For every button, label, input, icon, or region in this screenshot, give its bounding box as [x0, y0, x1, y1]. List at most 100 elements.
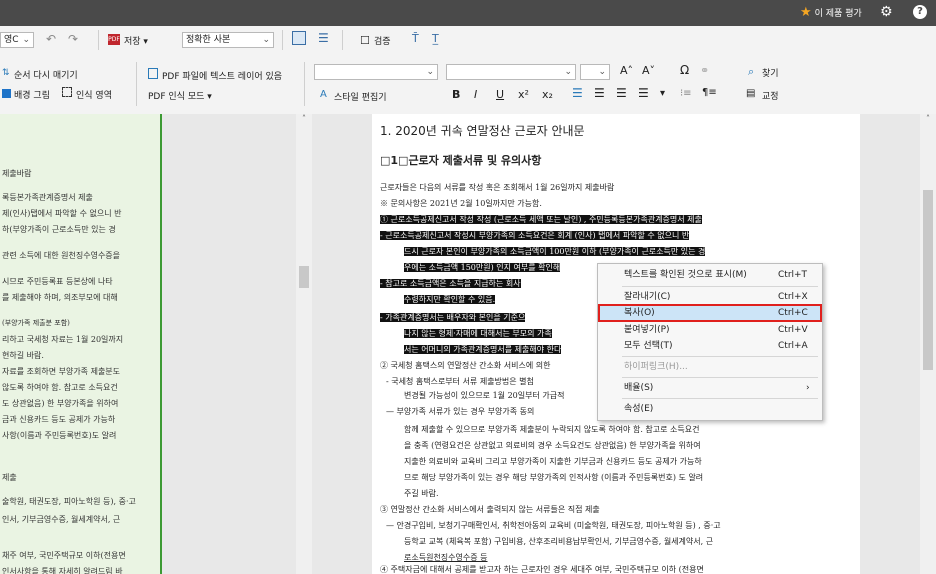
image-pane[interactable]: 제출바람 록등본가족관계증명서 제출 제(인사)탭에서 파악할 수 없으니 반 …	[0, 114, 162, 574]
image-text-line: 사항(이름과 주민등록번호)도 알려	[2, 431, 117, 440]
grow-font-icon[interactable]: A˄	[620, 64, 633, 77]
menu-item-label: 배율(S)	[624, 383, 654, 393]
menu-item-zoom[interactable]: 배율(S) ›	[598, 379, 822, 397]
line-spacing-icon[interactable]: ▾	[660, 88, 665, 99]
superscript-button[interactable]: x²	[518, 88, 529, 101]
language-combo[interactable]: 영C ⌄	[0, 32, 34, 48]
style-combo[interactable]: ⌄	[314, 64, 438, 80]
image-text-line: 리하고 국세청 자료는 1월 20일까지	[2, 335, 124, 344]
doc-line-selected: 나지 않는 형제·자매에 대해서는 부모의 가족	[404, 329, 552, 338]
bold-button[interactable]: B	[452, 88, 460, 101]
find-button[interactable]: 찾기	[762, 66, 779, 79]
undo-icon[interactable]: ↶	[46, 32, 56, 46]
redo-icon[interactable]: ↷	[68, 32, 78, 46]
chevron-down-icon: ⌄	[22, 35, 30, 45]
subscript-button[interactable]: x₂	[542, 88, 553, 101]
image-pane-scrollbar[interactable]: ˄	[296, 114, 312, 574]
doc-line-selected: ① 근로소득공제신고서 작성 작성 (근로소득 세액 또는 날인) , 주민등록…	[380, 215, 702, 224]
image-text-line: 금과 신용카드 등도 공제가 가능하	[2, 415, 116, 424]
doc-line: 로소득원천징수영수증 등	[404, 553, 488, 562]
divider	[98, 30, 99, 50]
image-text-line: (부양가족 제출분 포함)	[2, 319, 70, 327]
gear-icon[interactable]: ⚙	[880, 4, 893, 20]
doc-line: ※ 문의사항은 2021년 2월 10일까지만 가능함.	[380, 199, 542, 208]
language-combo-value: 영C	[4, 35, 19, 45]
proof-button[interactable]: 교정	[762, 89, 779, 102]
menu-item-label: 하이퍼링크(H)...	[624, 362, 688, 372]
font-size-combo[interactable]: ⌄	[580, 64, 610, 80]
divider	[304, 62, 305, 106]
image-text-line: 도 상관없음) 한 부양가족을 위하여	[2, 399, 119, 408]
scroll-up-icon[interactable]: ˄	[920, 114, 936, 123]
menu-divider	[622, 398, 818, 399]
paragraph-icon[interactable]: ¶≡	[702, 87, 717, 98]
image-text-line: 하(부양가족이 근로소득만 있는 경	[2, 225, 116, 234]
list-icon[interactable]: ⁝≡	[680, 88, 692, 99]
chevron-down-icon: ⌄	[564, 67, 572, 77]
doc-line: - 국세청 홈택스로부터 서류 제출방법은 별첨	[386, 377, 534, 386]
image-text-line: 술학원, 태권도장, 피아노학원 등), 중·고	[2, 497, 136, 506]
shrink-font-icon[interactable]: A˅	[642, 64, 655, 77]
underline-button[interactable]: U	[496, 88, 504, 101]
text-view-icon[interactable]: ☰	[318, 31, 329, 45]
image-pane-scroll-thumb[interactable]	[299, 266, 309, 288]
menu-item-copy[interactable]: 복사(O) Ctrl+C	[598, 304, 822, 322]
background-image-button[interactable]: 배경 그림	[14, 88, 50, 101]
doc-line-selected: 서는 어머니의 가족관계증명서를 제출해야 한다	[404, 345, 562, 354]
menu-item-hyperlink[interactable]: 하이퍼링크(H)...	[598, 358, 822, 376]
align-center-icon[interactable]: ☰	[594, 86, 605, 100]
menu-item-label: 속성(E)	[624, 404, 654, 414]
doc-line: ② 국세청 홈택스의 연말정산 간소화 서비스에 의한	[380, 361, 551, 370]
image-text-line: 제출바람	[2, 169, 32, 178]
doc-line: ③ 연말정산 간소화 서비스에서 출력되지 않는 서류들은 직접 제출	[380, 505, 600, 514]
verify-button[interactable]: 검증	[374, 34, 391, 47]
copy-mode-combo[interactable]: 정확한 사본 ⌄	[182, 32, 274, 48]
justify-icon[interactable]: ☰	[638, 86, 649, 100]
doc-line-selected: 우에는 소득금액 150만원) 인지 여부를 확인해	[404, 263, 561, 272]
menu-item-mark-verified[interactable]: 텍스트를 확인된 것으로 표시(M) Ctrl+T	[598, 266, 822, 284]
pdf-text-layer-icon	[148, 68, 158, 79]
reorder-button[interactable]: 순서 다시 매기기	[14, 68, 78, 81]
copy-mode-value: 정확한 사본	[186, 35, 231, 45]
font-combo[interactable]: ⌄	[446, 64, 576, 80]
link-icon[interactable]: ⚭	[700, 64, 709, 77]
search-icon: ⌕	[748, 65, 755, 78]
image-text-line: 채주 여부, 국민주택규모 이하(전용면	[2, 551, 126, 560]
spell-icon[interactable]: T̄	[412, 32, 419, 45]
spell-next-icon[interactable]: T̲	[432, 32, 439, 45]
align-left-icon[interactable]: ☰	[572, 86, 583, 100]
ribbon-toolbar: 영C ⌄ ↶ ↷ PDF 저장 ▾ 정확한 사본 ⌄ ☰ ☐ 검증 T̄ T̲ ⇅ …	[0, 26, 936, 115]
doc-line: 근로자들은 다음의 서류를 작성 혹은 조회해서 1월 26일까지 제출바람	[380, 183, 615, 192]
image-view-icon[interactable]	[292, 31, 306, 45]
align-right-icon[interactable]: ☰	[616, 86, 627, 100]
pdf-icon: PDF	[108, 34, 120, 45]
doc-line: 주길 바람.	[404, 489, 439, 498]
chevron-down-icon: ⌄	[262, 35, 270, 45]
doc-line-selected: - 근로소득공제신고서 작성시 부양가족의 소득요건은 회계 (인사) 탭에서 …	[380, 231, 690, 240]
omega-icon[interactable]: Ω	[680, 63, 689, 77]
doc-line-selected: - 가족관계증명서는 배우자와 본인을 기준으	[380, 313, 526, 322]
doc-line: — 안경구입비, 보청기구매확인서, 취학전아동의 교육비 (미술학원, 태권도…	[386, 521, 721, 530]
pdf-mode-button[interactable]: PDF 인식 모드 ▾	[148, 89, 212, 102]
scroll-up-icon[interactable]: ˄	[296, 114, 312, 123]
menu-item-label: 텍스트를 확인된 것으로 표시(M)	[624, 270, 747, 280]
image-text-line: 록등본가족관계증명서 제출	[2, 193, 93, 202]
image-text-line: 자료를 조회하면 부양가족 제출분도	[2, 367, 121, 376]
save-button[interactable]: 저장 ▾	[124, 34, 148, 47]
style-editor-button[interactable]: 스타일 편집기	[334, 90, 387, 103]
doc-line: 을 충족 (연령요건은 상관없고 의료비의 경우 소득요건도 상관없음) 한 부…	[404, 441, 701, 450]
help-icon[interactable]: ?	[913, 5, 927, 19]
image-text-line: 관련 소득에 대한 원천징수영수증을	[2, 251, 121, 260]
text-pane-scroll-thumb[interactable]	[923, 190, 933, 370]
menu-item-properties[interactable]: 속성(E)	[598, 400, 822, 418]
recognition-area-button[interactable]: 인식 영역	[76, 88, 112, 101]
doc-line: 므로 해당 부양가족이 있는 경우 해당 부양가족의 인적사항 (이름과 주민등…	[404, 473, 704, 482]
recognition-area-icon	[62, 87, 72, 97]
menu-item-select-all[interactable]: 모두 선택(T) Ctrl+A	[598, 337, 822, 355]
image-text-line: 인서, 기부금영수증, 월세계약서, 근	[2, 515, 121, 524]
rate-product-link[interactable]: ★ 이 제품 평가	[800, 0, 862, 26]
menu-divider	[622, 286, 818, 287]
verify-icon: ☐	[360, 34, 370, 47]
chevron-down-icon: ⌄	[426, 67, 434, 77]
italic-button[interactable]: I	[474, 88, 477, 101]
